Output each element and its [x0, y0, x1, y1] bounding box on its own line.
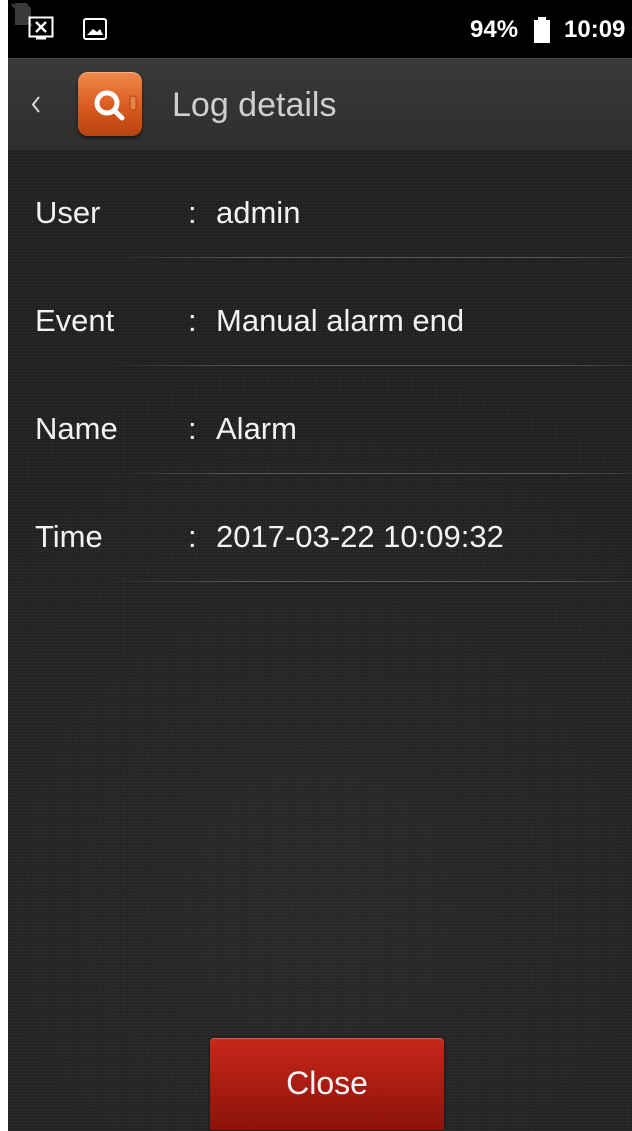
detail-label: Name	[35, 411, 118, 446]
clock: 10:09	[564, 16, 626, 43]
detail-value: admin	[216, 195, 301, 230]
detail-row-event: Event : Manual alarm end	[8, 258, 632, 366]
detail-separator: :	[188, 519, 197, 554]
detail-label: User	[35, 195, 101, 230]
detail-label: Time	[35, 519, 103, 554]
detail-separator: :	[188, 303, 197, 338]
detail-value: Manual alarm end	[216, 303, 465, 338]
row-divider	[108, 581, 632, 582]
gallery-icon	[83, 18, 107, 40]
screenshot-icon	[28, 16, 54, 40]
detail-value: Alarm	[216, 411, 297, 446]
page-title: Log details	[172, 86, 337, 124]
log-search-icon	[78, 72, 142, 136]
detail-label: Event	[35, 303, 115, 338]
close-button[interactable]: Close	[210, 1038, 444, 1130]
status-bar: 94% 10:09	[8, 0, 632, 58]
detail-separator: :	[188, 411, 197, 446]
detail-row-name: Name : Alarm	[8, 366, 632, 474]
detail-value: 2017-03-22 10:09:32	[216, 519, 504, 554]
detail-row-user: User : admin	[8, 150, 632, 258]
log-details-list: User : admin Event : Manual alarm end Na…	[8, 150, 632, 582]
header-bar: Log details	[8, 58, 632, 150]
battery-icon	[534, 17, 550, 43]
log-details-screen: 94% 10:09 Log details User : admin Event…	[8, 0, 632, 1131]
detail-separator: :	[188, 195, 197, 230]
battery-percentage: 94%	[470, 16, 519, 43]
chevron-left-icon[interactable]	[24, 87, 46, 123]
detail-row-time: Time : 2017-03-22 10:09:32	[8, 474, 632, 582]
